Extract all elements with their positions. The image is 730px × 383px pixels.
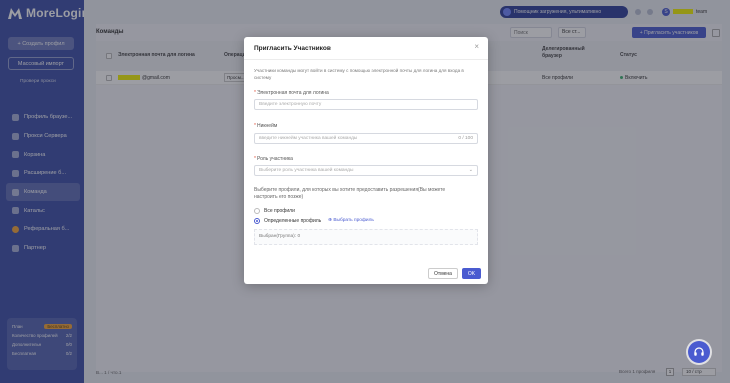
headset-icon — [694, 347, 704, 356]
email-label: *Электронная почта для логина — [254, 90, 329, 96]
dialog-title: Пригласить Участников — [254, 45, 331, 52]
radio-all-label: Все профили — [264, 208, 295, 214]
close-icon[interactable]: × — [474, 43, 479, 51]
dialog-divider — [244, 59, 488, 60]
selected-profiles-box: Выбран(Группа): 0 — [254, 229, 478, 245]
nickname-counter: 0 / 100 — [458, 136, 473, 141]
profiles-note: Выберите профили, для которых вы хотите … — [254, 187, 446, 200]
support-button[interactable] — [688, 341, 710, 363]
email-field[interactable]: Введите электронную почту — [254, 99, 478, 110]
required-mark: * — [254, 123, 256, 129]
radio-circle[interactable] — [254, 208, 260, 214]
invite-members-dialog: Пригласить Участников × Участники команд… — [244, 37, 488, 284]
nickname-label: *Никнейм — [254, 123, 277, 129]
nickname-placeholder: введите никнейм участника вашей команды — [259, 136, 358, 141]
select-profiles-link[interactable]: ⊕ Выбрать профиль — [328, 218, 374, 223]
radio-all-profiles[interactable]: Все профили — [254, 208, 295, 214]
chevron-down-icon: ⌄ — [468, 167, 473, 173]
radio-specific-label: Определенные профиль — [264, 218, 322, 224]
required-mark: * — [254, 156, 256, 162]
email-label-text: Электронная почта для логина — [256, 90, 329, 96]
nickname-field[interactable]: введите никнейм участника вашей команды … — [254, 133, 478, 144]
nickname-label-text: Никнейм — [256, 123, 278, 129]
radio-circle-selected[interactable] — [254, 218, 260, 224]
role-placeholder: Выберите роль участника вашей команды — [259, 168, 354, 173]
radio-specific-profiles[interactable]: Определенные профиль — [254, 218, 321, 224]
role-label: *Роль участника — [254, 156, 293, 162]
required-mark: * — [254, 90, 256, 96]
cancel-button[interactable]: Отмена — [428, 268, 458, 279]
ok-button[interactable]: OK — [462, 268, 481, 279]
dialog-description: Участники команды могут войти в систему … — [254, 68, 464, 80]
role-label-text: Роль участника — [256, 156, 293, 162]
role-select[interactable]: Выберите роль участника вашей команды ⌄ — [254, 165, 478, 176]
